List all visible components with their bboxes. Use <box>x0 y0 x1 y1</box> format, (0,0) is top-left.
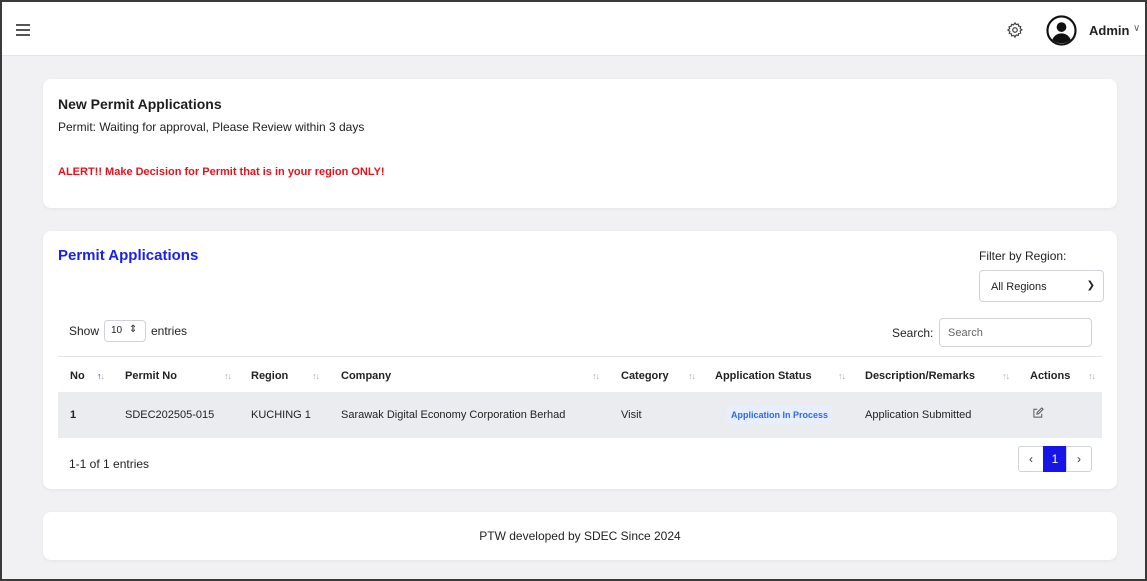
region-selected-value: All Regions <box>991 281 1047 293</box>
column-header-region[interactable]: Region <box>251 370 288 382</box>
column-header-no[interactable]: No <box>70 370 85 382</box>
table-row[interactable]: 1 SDEC202505-015 KUCHING 1 Sarawak Digit… <box>58 392 1102 438</box>
column-header-permit-no[interactable]: Permit No <box>125 370 177 382</box>
entries-label: entries <box>151 324 188 338</box>
chevron-down-icon[interactable]: ∨ <box>1133 23 1140 34</box>
table-info: 1-1 of 1 entries <box>69 457 150 471</box>
column-header-remarks[interactable]: Description/Remarks <box>865 370 975 382</box>
sort-icon[interactable]: ↑↓ <box>592 371 600 381</box>
sort-icon[interactable]: ↑↓ <box>1002 371 1010 381</box>
column-header-company[interactable]: Company <box>341 370 391 382</box>
cell-no: 1 <box>70 409 77 421</box>
gear-icon[interactable] <box>1006 21 1024 39</box>
region-filter-select[interactable]: All Regions ❯ <box>979 270 1104 302</box>
notice-subtitle: Permit: Waiting for approval, Please Rev… <box>58 120 365 134</box>
new-permit-notice-card: New Permit Applications Permit: Waiting … <box>43 79 1117 208</box>
sort-icon[interactable]: ↑↓ <box>838 371 846 381</box>
sort-icon[interactable]: ↑↓ <box>1088 371 1096 381</box>
cell-remarks: Application Submitted <box>865 409 972 421</box>
chevron-down-icon: ❯ <box>1086 280 1095 291</box>
page-length-select[interactable]: 10 ⇕ <box>104 320 146 342</box>
user-circle-icon <box>1046 15 1077 46</box>
notice-title: New Permit Applications <box>58 96 222 112</box>
pagination-page-1[interactable]: 1 <box>1043 446 1067 472</box>
show-label: Show <box>69 324 100 338</box>
cell-permit-no: SDEC202505-015 <box>125 409 215 421</box>
filter-region-label: Filter by Region: <box>979 249 1067 263</box>
top-navbar: Admin ∨ <box>2 2 1145 56</box>
cell-region: KUCHING 1 <box>251 409 311 421</box>
avatar[interactable] <box>1046 15 1077 46</box>
sort-updown-icon: ⇕ <box>129 324 138 335</box>
page-length-value: 10 <box>111 325 123 336</box>
permit-applications-card: Permit Applications Filter by Region: Al… <box>43 231 1117 489</box>
search-input[interactable] <box>939 318 1092 347</box>
column-header-actions[interactable]: Actions <box>1030 370 1070 382</box>
status-badge: Application In Process <box>727 406 833 424</box>
sort-icon[interactable]: ↑↓ <box>224 371 232 381</box>
cell-category: Visit <box>621 409 642 421</box>
user-name[interactable]: Admin <box>1089 23 1129 38</box>
column-header-status[interactable]: Application Status <box>715 370 812 382</box>
sort-icon[interactable]: ↑↓ <box>97 371 105 381</box>
region-alert: ALERT!! Make Decision for Permit that is… <box>58 166 385 178</box>
app-frame: Admin ∨ New Permit Applications Permit: … <box>0 0 1147 581</box>
applications-title: Permit Applications <box>58 247 199 264</box>
edit-icon[interactable] <box>1032 407 1044 419</box>
hamburger-icon[interactable] <box>16 24 30 36</box>
column-header-category[interactable]: Category <box>621 370 669 382</box>
footer-text: PTW developed by SDEC Since 2024 <box>479 529 681 543</box>
sort-icon[interactable]: ↑↓ <box>312 371 320 381</box>
search-label: Search: <box>892 326 934 340</box>
cell-company: Sarawak Digital Economy Corporation Berh… <box>341 409 566 421</box>
sort-icon[interactable]: ↑↓ <box>688 371 696 381</box>
footer-card: PTW developed by SDEC Since 2024 <box>43 512 1117 560</box>
pagination-next-button[interactable]: › <box>1066 446 1092 472</box>
pagination-prev-button[interactable]: ‹ <box>1018 446 1044 472</box>
table-header: No ↑↓ Permit No ↑↓ Region ↑↓ Company ↑↓ … <box>58 356 1102 392</box>
